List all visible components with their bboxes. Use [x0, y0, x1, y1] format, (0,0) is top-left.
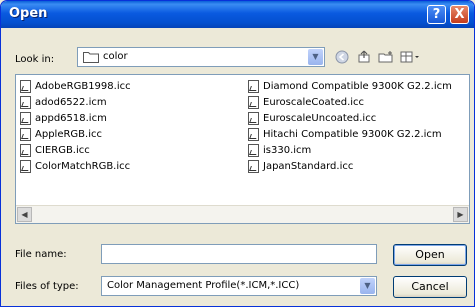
file-icon	[248, 159, 259, 173]
file-name: Hitachi Compatible 9300K G2.2.icm	[263, 128, 442, 140]
file-item[interactable]: CIERGB.icc	[20, 142, 90, 158]
file-icon	[248, 111, 259, 125]
file-icon	[20, 143, 31, 157]
file-name: ColorMatchRGB.icc	[35, 160, 131, 172]
files-of-type-label: Files of type:	[15, 281, 79, 292]
file-item[interactable]: appd6518.icm	[20, 110, 107, 126]
file-icon	[248, 127, 259, 141]
scroll-right-icon[interactable]: ▶	[453, 207, 468, 222]
file-icon	[20, 95, 31, 109]
folder-icon	[83, 52, 99, 63]
file-item[interactable]: ColorMatchRGB.icc	[20, 158, 130, 174]
open-dialog: Open ? X Look in: color ▼ AdobeRGB1998.i…	[0, 0, 475, 307]
back-icon[interactable]	[333, 48, 351, 66]
scroll-left-icon[interactable]: ◀	[17, 207, 32, 222]
file-icon	[20, 79, 31, 93]
file-icon	[248, 95, 259, 109]
horizontal-scrollbar[interactable]: ◀ ▶	[16, 205, 469, 223]
file-item[interactable]: EuroscaleUncoated.icc	[248, 110, 376, 126]
file-name: adod6522.icm	[35, 96, 107, 108]
file-item[interactable]: is330.icm	[248, 142, 311, 158]
file-icon	[20, 111, 31, 125]
file-name-input[interactable]	[101, 244, 377, 264]
file-name: AdobeRGB1998.icc	[35, 80, 131, 92]
file-icon	[20, 159, 31, 173]
look-in-dropdown[interactable]: color ▼	[77, 47, 325, 67]
title-bar: Open ? X	[1, 1, 474, 28]
file-item[interactable]: EuroscaleCoated.icc	[248, 94, 364, 110]
file-item[interactable]: Hitachi Compatible 9300K G2.2.icm	[248, 126, 442, 142]
file-icon	[248, 143, 259, 157]
file-item[interactable]: AppleRGB.icc	[20, 126, 102, 142]
file-name: Diamond Compatible 9300K G2.2.icm	[263, 80, 452, 92]
files-of-type-value: Color Management Profile(*.ICM,*.ICC)	[107, 280, 300, 291]
new-folder-icon[interactable]	[377, 48, 395, 66]
file-name: EuroscaleCoated.icc	[263, 96, 365, 108]
file-name: appd6518.icm	[35, 112, 107, 124]
file-icon	[248, 79, 259, 93]
look-in-value: color	[103, 51, 128, 62]
file-item[interactable]: adod6522.icm	[20, 94, 107, 110]
look-in-label: Look in:	[15, 54, 55, 65]
help-button[interactable]: ?	[427, 5, 446, 24]
open-button[interactable]: Open	[393, 244, 467, 266]
chevron-down-icon[interactable]: ▼	[308, 49, 323, 65]
views-menu-icon[interactable]	[399, 48, 423, 66]
files-of-type-dropdown[interactable]: Color Management Profile(*.ICM,*.ICC) ▼	[101, 276, 377, 296]
file-name: AppleRGB.icc	[35, 128, 102, 140]
file-name-label: File name:	[15, 249, 67, 260]
file-item[interactable]: JapanStandard.icc	[248, 158, 353, 174]
chevron-down-icon[interactable]: ▼	[360, 278, 375, 294]
file-name: JapanStandard.icc	[263, 160, 354, 172]
cancel-button[interactable]: Cancel	[393, 276, 467, 298]
close-button[interactable]: X	[450, 5, 469, 24]
file-item[interactable]: AdobeRGB1998.icc	[20, 78, 131, 94]
file-name: is330.icm	[263, 144, 312, 156]
file-list[interactable]: AdobeRGB1998.icc adod6522.icm appd6518.icm…	[15, 74, 470, 224]
file-name: CIERGB.icc	[35, 144, 90, 156]
up-folder-icon[interactable]	[355, 48, 373, 66]
dialog-title: Open	[9, 6, 48, 21]
file-icon	[20, 127, 31, 141]
file-item[interactable]: Diamond Compatible 9300K G2.2.icm	[248, 78, 452, 94]
file-name: EuroscaleUncoated.icc	[263, 112, 377, 124]
